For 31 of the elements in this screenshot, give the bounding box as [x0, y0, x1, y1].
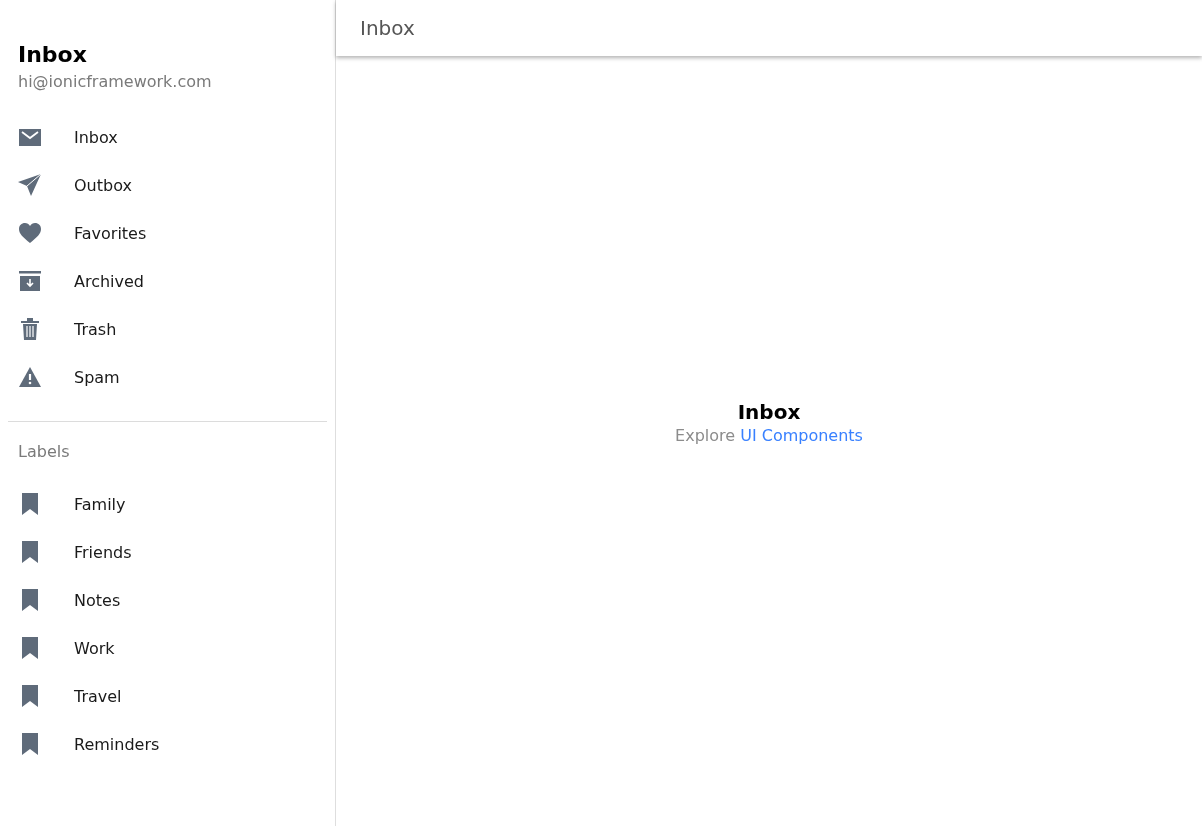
menu-item[interactable]: Outbox — [0, 161, 335, 209]
account-email: hi@ionicframework.com — [18, 72, 213, 91]
menu-item[interactable]: Notes — [0, 576, 335, 624]
menu-item[interactable]: Work — [0, 624, 335, 672]
trash-icon — [21, 318, 39, 340]
page-heading: Inbox — [737, 399, 801, 424]
explore-text: Explore UI Components — [675, 425, 863, 445]
menu-item[interactable]: Family — [0, 480, 335, 528]
bookmark-icon — [22, 493, 38, 515]
menu-item[interactable]: Travel — [0, 672, 335, 720]
components-link[interactable]: UI Components — [740, 425, 863, 445]
bookmark-icon — [22, 637, 38, 659]
bookmark-icon — [22, 541, 38, 563]
menu-item[interactable]: Trash — [0, 305, 335, 353]
menu-item[interactable]: Favorites — [0, 209, 335, 257]
bookmark-icon — [22, 733, 38, 755]
paper-plane-icon — [18, 173, 42, 197]
warning-icon — [19, 367, 41, 387]
labels-heading: Labels — [17, 441, 71, 463]
toolbar-title: Inbox — [360, 16, 415, 40]
menu-item[interactable]: Friends — [0, 528, 335, 576]
menu-item[interactable]: Spam — [0, 353, 335, 401]
heart-icon — [19, 223, 41, 243]
menu-item[interactable]: Reminders — [0, 720, 335, 768]
menu-item[interactable]: Archived — [0, 257, 335, 305]
archive-box-icon — [19, 271, 41, 291]
bookmark-icon — [22, 685, 38, 707]
mail-icon — [19, 128, 41, 146]
menu-title: Inbox — [18, 41, 88, 69]
menu-item[interactable]: Inbox — [0, 113, 335, 161]
bookmark-icon — [22, 589, 38, 611]
